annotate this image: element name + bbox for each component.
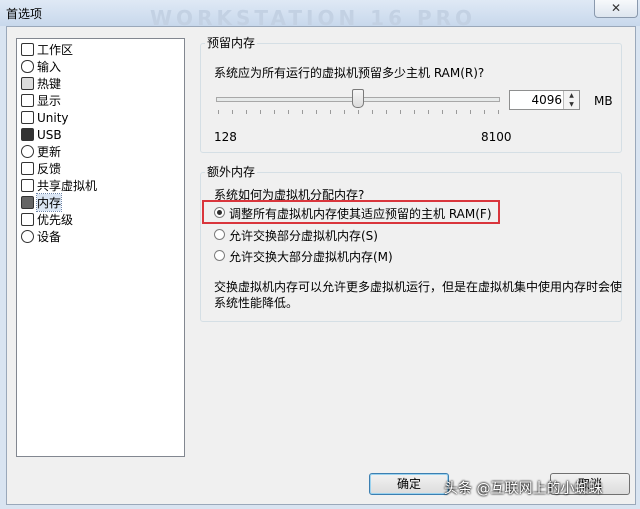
slider-max-label: 8100 (481, 130, 512, 144)
sidebar-item-memory[interactable]: 内存 (21, 193, 181, 212)
share-icon (21, 179, 34, 192)
refresh-icon (21, 145, 34, 158)
sidebar-item-label: 共享虚拟机 (37, 179, 98, 193)
stepper-buttons: ▲ ▼ (563, 91, 579, 109)
feedback-icon (21, 162, 34, 175)
slider-tick (498, 110, 499, 114)
slider-tick (274, 110, 275, 114)
slider-tick (400, 110, 401, 114)
radio-swap-most[interactable] (214, 250, 225, 261)
option-fit-reserved-label[interactable]: 调整所有虚拟机内存使其适应预留的主机 RAM(F) (229, 205, 492, 222)
radio-swap-some[interactable] (214, 229, 225, 240)
sidebar-item-label: 热键 (37, 77, 62, 91)
sidebar-item-label: 反馈 (37, 162, 62, 176)
slider-tick (260, 110, 261, 114)
sidebar-item-label: 设备 (37, 230, 62, 244)
slider-tick (428, 110, 429, 114)
extra-memory-title: 额外内存 (205, 163, 258, 180)
slider-tick (218, 110, 219, 114)
overlay-watermark: 头条 @互联网上的小蜘蛛 (444, 481, 603, 497)
workspace-icon (21, 43, 34, 56)
reserved-memory-title: 预留内存 (205, 34, 258, 51)
option-swap-some-label[interactable]: 允许交换部分虚拟机内存(S) (229, 227, 378, 244)
sidebar-item-label: Unity (37, 110, 69, 125)
window-title: 首选项 (6, 7, 43, 21)
monitor-icon (21, 94, 34, 107)
slider-tick (316, 110, 317, 114)
keyboard-icon (21, 77, 34, 90)
slider-tick (330, 110, 331, 114)
memory-slider-thumb[interactable] (352, 89, 365, 108)
slider-tick (456, 110, 457, 114)
swap-note-line-1: 交换虚拟机内存可以允许更多虚拟机运行，但是在虚拟机集中使用内存时会使 (214, 280, 623, 294)
reserved-memory-question: 系统应为所有运行的虚拟机预留多少主机 RAM(R)? (214, 66, 485, 80)
memory-icon (21, 196, 34, 209)
sidebar-item-shared-vms[interactable]: 共享虚拟机 (21, 177, 181, 194)
mouse-icon (21, 60, 34, 73)
slider-tick (484, 110, 485, 114)
stepper-down-icon[interactable]: ▼ (564, 100, 579, 109)
memory-unit: MB (594, 94, 613, 108)
sidebar-item-devices[interactable]: 设备 (21, 228, 181, 245)
sidebar-item-label: 优先级 (37, 213, 74, 227)
memory-amount-stepper[interactable]: 4096 ▲ ▼ (509, 90, 580, 110)
slider-tick (386, 110, 387, 114)
radio-fit-reserved[interactable] (214, 207, 225, 218)
stepper-up-icon[interactable]: ▲ (564, 91, 579, 100)
sidebar-item-usb[interactable]: USB (21, 126, 181, 143)
ok-button[interactable]: 确定 (369, 473, 449, 495)
swap-note-line-2: 系统性能降低。 (214, 296, 299, 310)
slider-tick (470, 110, 471, 114)
sidebar-item-priority[interactable]: 优先级 (21, 211, 181, 228)
slider-tick (302, 110, 303, 114)
category-list[interactable]: 工作区 输入 热键 显示 Unity USB 更新 反馈 共享虚拟机 内存 优先… (16, 38, 185, 457)
sidebar-item-updates[interactable]: 更新 (21, 143, 181, 160)
sidebar-item-feedback[interactable]: 反馈 (21, 160, 181, 177)
sidebar-item-display[interactable]: 显示 (21, 92, 181, 109)
title-bar: 首选项 WORKSTATION 16 PRO ✕ (0, 0, 640, 30)
gear-icon (21, 230, 34, 243)
slider-tick (372, 110, 373, 114)
close-button[interactable]: ✕ (594, 0, 638, 18)
sidebar-item-workspace[interactable]: 工作区 (21, 41, 181, 58)
sidebar-item-input[interactable]: 输入 (21, 58, 181, 75)
priority-icon (21, 213, 34, 226)
sidebar-item-unity[interactable]: Unity (21, 109, 181, 126)
sidebar-item-label: 内存 (35, 193, 63, 212)
option-swap-most-label[interactable]: 允许交换大部分虚拟机内存(M) (229, 248, 393, 265)
slider-tick (232, 110, 233, 114)
sidebar-item-label: 输入 (37, 60, 62, 74)
slider-tick (414, 110, 415, 114)
slider-tick (246, 110, 247, 114)
usb-icon (21, 128, 34, 141)
slider-tick (442, 110, 443, 114)
sidebar-item-hotkeys[interactable]: 热键 (21, 75, 181, 92)
memory-amount-value: 4096 (531, 93, 562, 107)
slider-min-label: 128 (214, 130, 237, 144)
slider-tick (358, 110, 359, 114)
unity-icon (21, 111, 34, 124)
sidebar-item-label: 显示 (37, 94, 62, 108)
sidebar-item-label: 更新 (37, 145, 62, 159)
sidebar-item-label: 工作区 (37, 43, 74, 57)
sidebar-item-label: USB (37, 127, 62, 142)
slider-tick (288, 110, 289, 114)
slider-tick (344, 110, 345, 114)
